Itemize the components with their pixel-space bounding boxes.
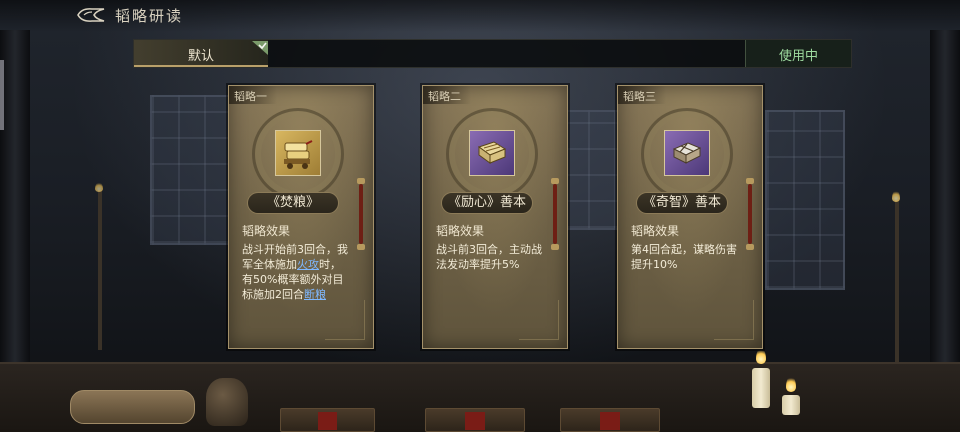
- check-icon: [252, 40, 268, 55]
- book: [425, 408, 525, 432]
- candle-flame: [95, 182, 103, 192]
- effect-title: 韬略效果: [631, 224, 680, 238]
- candlestick: [98, 190, 102, 350]
- edge-handle: [0, 60, 4, 130]
- side-rail: [357, 178, 365, 250]
- in-use-button[interactable]: 使用中: [745, 40, 851, 67]
- book: [280, 408, 375, 432]
- corner-ornament: [325, 300, 365, 340]
- scroll-book-icon: [469, 130, 515, 176]
- keyword-fire-attack[interactable]: 火攻: [297, 258, 319, 271]
- pillar: [930, 30, 960, 370]
- side-rail: [746, 178, 754, 250]
- effect-title: 韬略效果: [242, 224, 291, 238]
- effect-text: 第4回合起，谋略伤害提升10%: [631, 243, 737, 271]
- strategy-card-1[interactable]: 韬略一 《焚粮》 韬略效果 战斗开始前3回合，我军全体施加火攻时，有50%概率额…: [228, 85, 374, 349]
- scroll-roll: [70, 390, 195, 424]
- scheme-bar: 默认 使用中: [133, 39, 852, 68]
- candle-flame: [786, 376, 796, 392]
- corner-ornament: [714, 300, 754, 340]
- tab-default-scheme[interactable]: 默认: [134, 40, 268, 67]
- book: [560, 408, 660, 432]
- bound-book-icon: [664, 130, 710, 176]
- back-arrow-icon[interactable]: [76, 6, 106, 24]
- strategy-card-2[interactable]: 韬略二 《励心》善本 韬略效果 战斗前3回合，主动战法发动率提升5%: [422, 85, 568, 349]
- in-use-label: 使用中: [778, 49, 818, 64]
- lattice-window: [560, 110, 620, 230]
- candle-flame: [756, 348, 766, 364]
- strategy-card-3[interactable]: 韬略三 《奇智》善本 韬略效果 第4回合起，谋略伤害提升10%: [617, 85, 763, 349]
- card-tag: 韬略二: [423, 86, 471, 104]
- top-bar: 韬略研读: [0, 0, 960, 32]
- effect-text: 战斗前3回合，主动战法发动率提升5%: [436, 243, 542, 271]
- grain-cart-icon: [275, 130, 321, 176]
- effect-title: 韬略效果: [436, 224, 485, 238]
- card-tag: 韬略一: [229, 86, 277, 104]
- effect-text: 战斗开始前3回合，我军全体施加火攻时，有50%概率额外对目标施加2回合断粮: [242, 242, 350, 302]
- tab-default-label: 默认: [187, 49, 214, 64]
- lattice-window: [150, 95, 230, 245]
- candle: [752, 368, 770, 408]
- card-name: 《励心》善本: [441, 192, 533, 214]
- pillar: [0, 30, 30, 370]
- candle-flame: [892, 190, 900, 202]
- card-name: 《奇智》善本: [636, 192, 728, 214]
- keyword-supply-cut[interactable]: 断粮: [304, 288, 326, 301]
- side-rail: [551, 178, 559, 250]
- lattice-window: [765, 110, 845, 290]
- corner-ornament: [519, 300, 559, 340]
- card-tag: 韬略三: [618, 86, 666, 104]
- candle: [782, 395, 800, 415]
- incense-burner: [206, 378, 248, 426]
- page-title: 韬略研读: [115, 7, 184, 25]
- card-name: 《焚粮》: [247, 192, 339, 214]
